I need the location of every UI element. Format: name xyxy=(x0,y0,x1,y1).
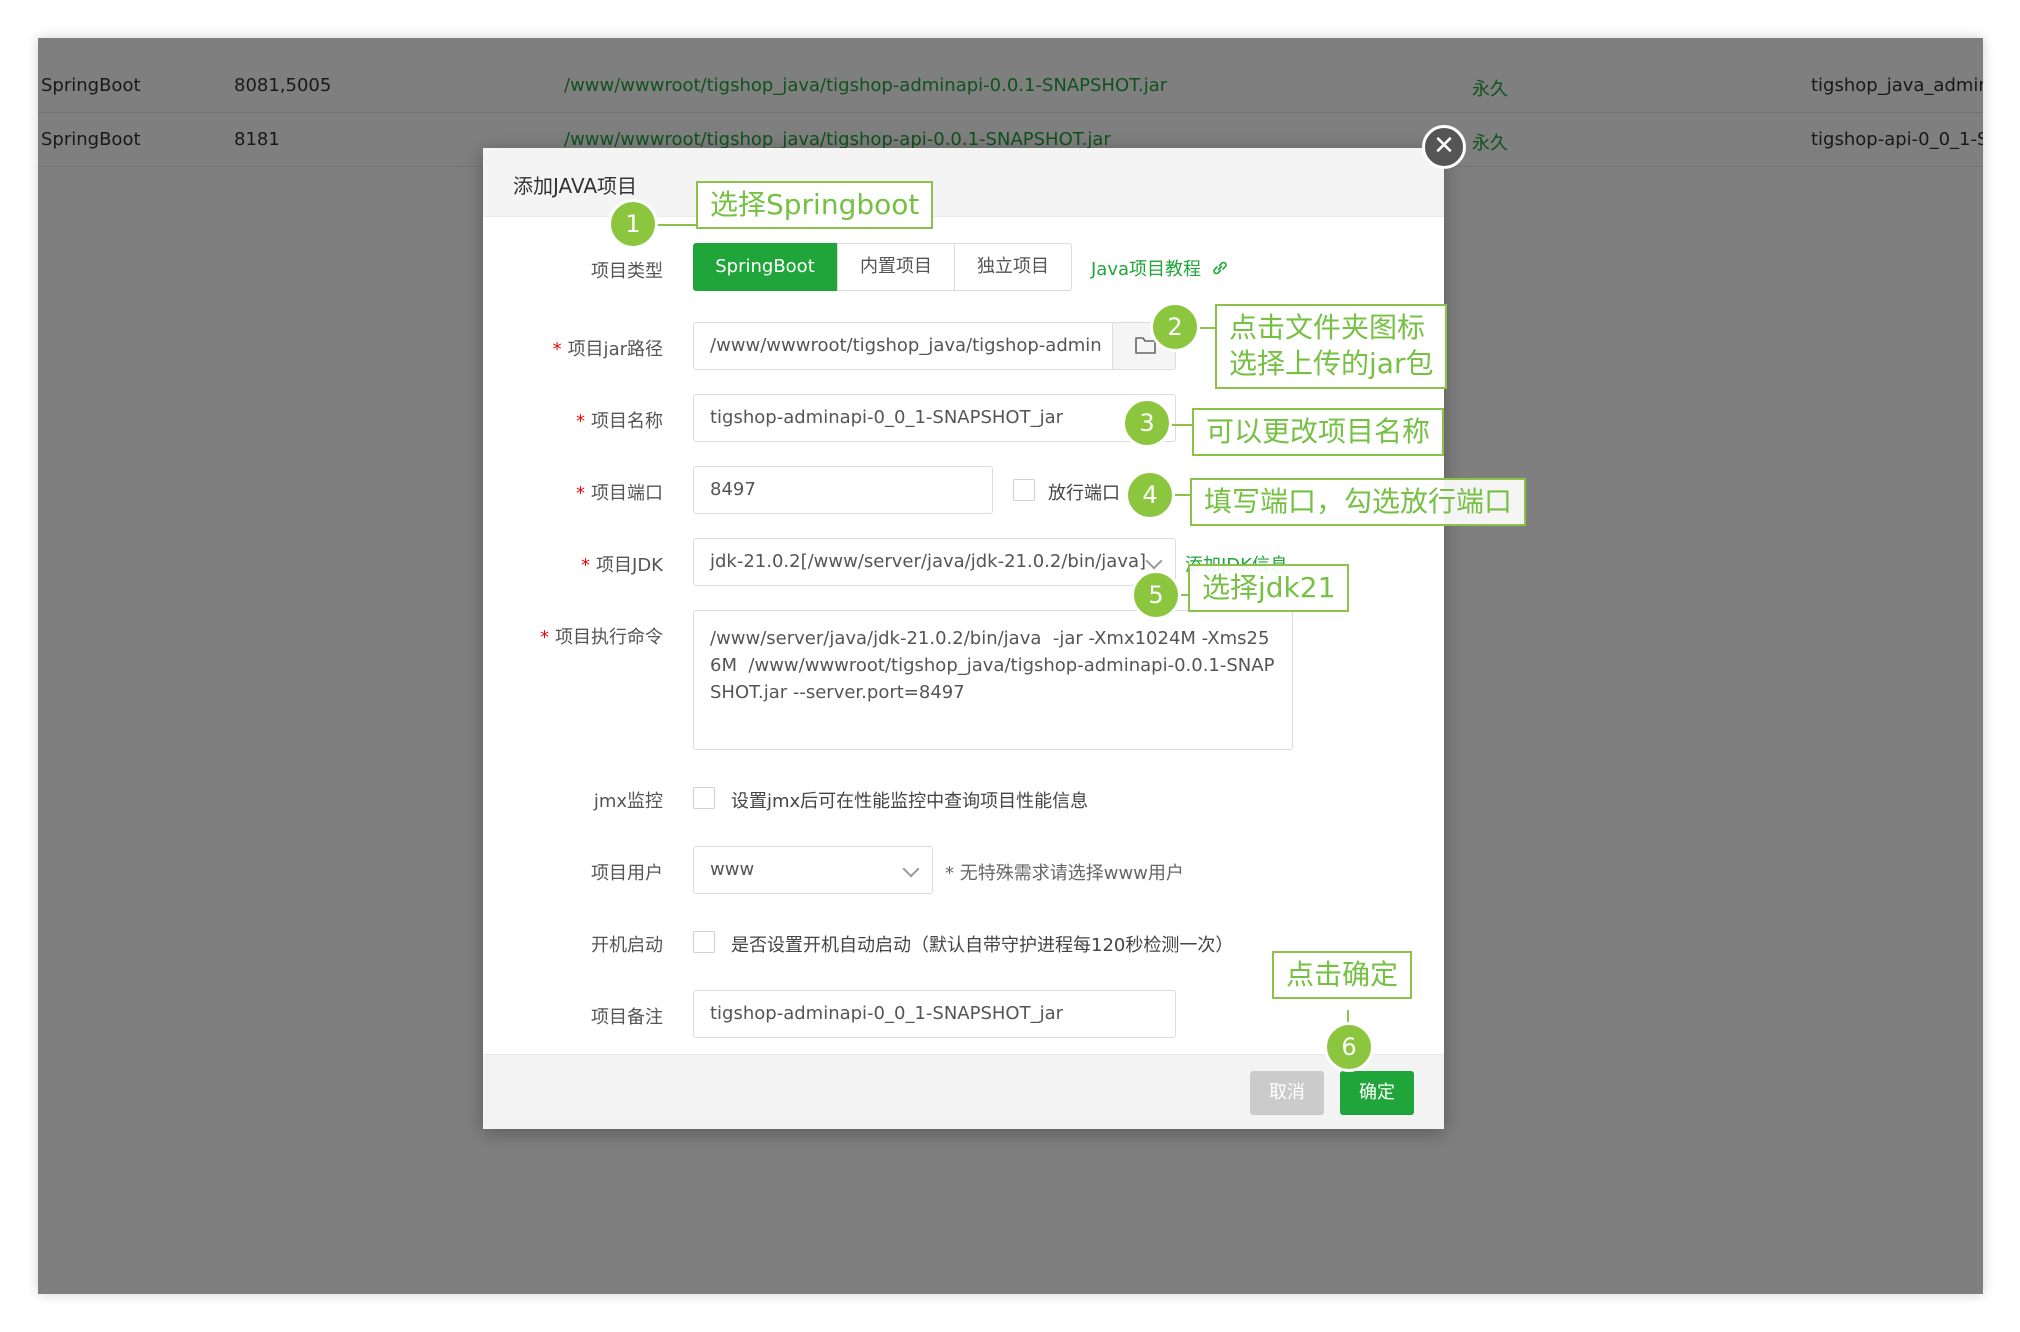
open-port-label: 放行端口 xyxy=(1048,483,1120,504)
annotation-step-3-badge: 3 xyxy=(1122,398,1172,448)
type-standalone-button[interactable]: 独立项目 xyxy=(954,243,1072,291)
annotation-step-5-badge: 5 xyxy=(1131,570,1181,620)
project-user-label: 项目用户 xyxy=(591,863,663,884)
annotation-step-4: 填写端口，勾选放行端口 xyxy=(1190,478,1527,527)
tutorial-link-label: Java项目教程 xyxy=(1091,259,1202,280)
close-icon[interactable]: ✕ xyxy=(1422,125,1466,169)
type-springboot-button[interactable]: SpringBoot xyxy=(693,243,837,291)
dialog-title: 添加JAVA项目 xyxy=(513,174,638,198)
type-builtin-button[interactable]: 内置项目 xyxy=(837,243,955,291)
cancel-button[interactable]: 取消 xyxy=(1250,1071,1324,1115)
autostart-label: 开机启动 xyxy=(591,935,663,956)
open-port-checkbox[interactable] xyxy=(1013,479,1035,501)
annotation-step-2-line1: 点击文件夹图标 xyxy=(1229,311,1426,344)
annotation-connector xyxy=(1172,494,1192,496)
jdk-select[interactable]: jdk-21.0.2[/www/server/java/jdk-21.0.2/b… xyxy=(693,538,1176,586)
annotation-step-6: 点击确定 xyxy=(1272,951,1413,1000)
jar-path-input[interactable]: /www/wwwroot/tigshop_java/tigshop-admin xyxy=(693,322,1113,370)
annotation-step-2: 点击文件夹图标 选择上传的jar包 xyxy=(1215,304,1448,389)
java-tutorial-link[interactable]: Java项目教程 xyxy=(1091,255,1229,281)
annotation-step-5: 选择jdk21 xyxy=(1188,564,1350,613)
command-textarea[interactable]: /www/server/java/jdk-21.0.2/bin/java -ja… xyxy=(693,610,1293,750)
annotation-step-4-badge: 4 xyxy=(1125,470,1175,520)
autostart-checkbox-label: 是否设置开机自动启动（默认自带守护进程每120秒检测一次） xyxy=(731,935,1234,956)
project-port-label: * 项目端口 xyxy=(576,483,663,504)
project-jdk-label: * 项目JDK xyxy=(581,555,663,576)
dialog-footer: 取消 确定 xyxy=(483,1054,1444,1129)
annotation-step-1-badge: 1 xyxy=(608,199,658,249)
annotation-step-2-badge: 2 xyxy=(1150,302,1200,352)
confirm-button[interactable]: 确定 xyxy=(1340,1071,1414,1115)
annotation-step-6-badge: 6 xyxy=(1324,1022,1374,1072)
jar-path-label: * 项目jar路径 xyxy=(552,339,663,360)
user-select-value: www xyxy=(710,859,755,880)
project-port-input[interactable]: 8497 xyxy=(693,466,993,514)
project-type-label: 项目类型 xyxy=(591,261,663,282)
project-name-label: * 项目名称 xyxy=(576,411,663,432)
annotation-step-1: 选择Springboot xyxy=(696,181,934,230)
remark-input[interactable]: tigshop-adminapi-0_0_1-SNAPSHOT_jar xyxy=(693,990,1176,1038)
jmx-checkbox[interactable] xyxy=(693,787,715,809)
jmx-label: jmx监控 xyxy=(593,791,663,812)
remark-label: 项目备注 xyxy=(591,1007,663,1028)
annotation-connector xyxy=(658,224,696,226)
autostart-checkbox[interactable] xyxy=(693,931,715,953)
annotation-step-2-line2: 选择上传的jar包 xyxy=(1229,347,1434,381)
jdk-select-value: jdk-21.0.2[/www/server/java/jdk-21.0.2/b… xyxy=(710,551,1147,572)
project-name-input[interactable]: tigshop-adminapi-0_0_1-SNAPSHOT_jar xyxy=(693,394,1176,442)
annotation-step-3: 可以更改项目名称 xyxy=(1192,408,1445,457)
user-select[interactable]: www xyxy=(693,846,933,894)
command-label: * 项目执行命令 xyxy=(540,627,663,648)
jmx-checkbox-label: 设置jmx后可在性能监控中查询项目性能信息 xyxy=(731,791,1089,812)
user-hint: * 无特殊需求请选择www用户 xyxy=(945,863,1184,884)
link-icon xyxy=(1213,261,1227,275)
